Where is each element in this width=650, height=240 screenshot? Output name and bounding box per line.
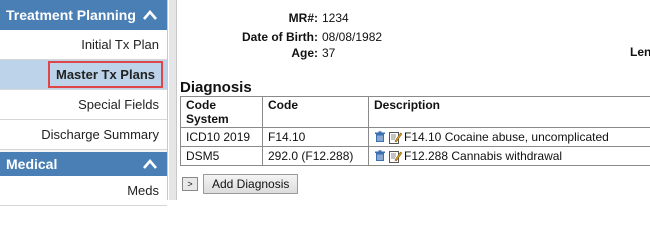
column-header-code-system: Code System	[180, 96, 263, 128]
truncated-label: Len	[630, 45, 650, 59]
cell-description: F14.10 Cocaine abuse, uncomplicated	[368, 127, 650, 147]
dob-value: 08/08/1982	[322, 30, 383, 44]
mr-value: 1234	[322, 11, 349, 25]
dob-label: Date of Birth:	[242, 30, 318, 44]
add-diagnosis-row: > Add Diagnosis	[182, 174, 299, 194]
edit-icon[interactable]	[389, 131, 403, 144]
age-row: Age: 37	[178, 46, 335, 60]
sidebar-item-label: Meds	[127, 183, 159, 198]
sidebar-item-label: Special Fields	[78, 97, 159, 112]
sidebar-item-label: Master Tx Plans	[48, 61, 163, 88]
age-label: Age:	[291, 46, 318, 60]
dob-row: Date of Birth: 08/08/1982	[178, 30, 382, 44]
chevron-up-icon[interactable]	[139, 4, 161, 26]
cell-code-system: DSM5	[180, 146, 263, 166]
sidebar-item-initial-tx-plan[interactable]: Initial Tx Plan	[0, 30, 167, 60]
sidebar-item-master-tx-plans[interactable]: Master Tx Plans	[0, 60, 167, 90]
expand-button[interactable]: >	[182, 177, 198, 191]
cell-code: F14.10	[262, 127, 369, 147]
sidebar-scroll-gutter	[169, 0, 177, 200]
edit-icon[interactable]	[389, 150, 403, 163]
diagnosis-title: Diagnosis	[180, 79, 252, 96]
table-header-row: Code System Code Description	[180, 96, 650, 128]
description-text: F12.288 Cannabis withdrawal	[404, 149, 563, 163]
cell-description: F12.288 Cannabis withdrawal	[368, 146, 650, 166]
sidebar-item-discharge-summary[interactable]: Discharge Summary	[0, 120, 167, 150]
diagnosis-table: Code System Code Description ICD10 2019 …	[180, 96, 650, 166]
column-header-code: Code	[262, 96, 369, 128]
section-header-treatment-planning[interactable]: Treatment Planning	[0, 0, 167, 30]
chevron-up-icon[interactable]	[139, 153, 161, 175]
sidebar-item-meds[interactable]: Meds	[0, 176, 167, 206]
add-diagnosis-button[interactable]: Add Diagnosis	[203, 174, 299, 194]
mr-row: MR#: 1234	[178, 11, 349, 25]
description-text: F14.10 Cocaine abuse, uncomplicated	[404, 130, 609, 144]
mr-label: MR#:	[288, 11, 318, 25]
sidebar-item-special-fields[interactable]: Special Fields	[0, 90, 167, 120]
section-title: Medical	[6, 156, 58, 172]
trash-icon[interactable]	[374, 131, 386, 143]
section-header-medical[interactable]: Medical	[0, 152, 167, 176]
column-header-description: Description	[368, 96, 650, 128]
trash-icon[interactable]	[374, 150, 386, 162]
sidebar: Treatment Planning Initial Tx Plan Maste…	[0, 0, 168, 206]
table-row: DSM5 292.0 (F12.288) F12.288 Cannabis wi…	[180, 146, 650, 166]
age-value: 37	[322, 46, 336, 60]
table-row: ICD10 2019 F14.10 F14.10 Cocaine abuse, …	[180, 127, 650, 147]
sidebar-item-label: Initial Tx Plan	[81, 37, 159, 52]
cell-code: 292.0 (F12.288)	[262, 146, 369, 166]
section-title: Treatment Planning	[6, 7, 136, 23]
main-content: MR#: 1234 Date of Birth: 08/08/1982 Age: 37…	[178, 0, 650, 200]
cell-code-system: ICD10 2019	[180, 127, 263, 147]
sidebar-item-label: Discharge Summary	[41, 127, 159, 142]
